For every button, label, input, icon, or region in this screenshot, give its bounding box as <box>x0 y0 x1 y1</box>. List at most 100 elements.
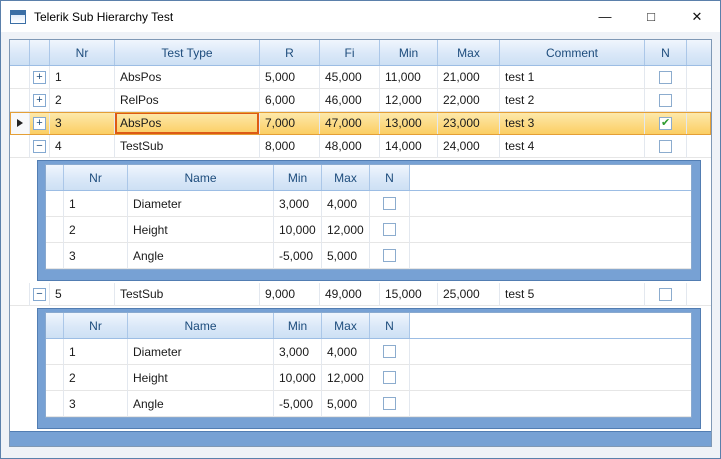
expand-toggle-icon[interactable]: + <box>33 94 46 107</box>
expand-toggle-icon[interactable]: + <box>33 71 46 84</box>
child-cell-nr[interactable]: 3 <box>64 391 128 417</box>
child-cell-n[interactable] <box>370 339 410 365</box>
cell-n[interactable] <box>645 66 687 89</box>
column-header-test-type[interactable]: Test Type <box>115 40 260 65</box>
child-column-header-max[interactable]: Max <box>322 313 370 338</box>
child-column-header-min[interactable]: Min <box>274 165 322 190</box>
cell-max[interactable]: 22,000 <box>438 89 500 112</box>
cell-r[interactable]: 5,000 <box>260 66 320 89</box>
cell-max[interactable]: 23,000 <box>438 112 500 135</box>
child-cell-max[interactable]: 5,000 <box>322 391 370 417</box>
child-cell-min[interactable]: 10,000 <box>274 217 322 243</box>
cell-comment[interactable]: test 1 <box>500 66 645 89</box>
n-checkbox[interactable] <box>659 140 672 153</box>
child-column-header-nr[interactable]: Nr <box>64 165 128 190</box>
child-column-header-nr[interactable]: Nr <box>64 313 128 338</box>
cell-comment[interactable]: test 2 <box>500 89 645 112</box>
child-cell-name[interactable]: Height <box>128 217 274 243</box>
cell-test-type[interactable]: RelPos <box>115 89 260 112</box>
column-header-nr[interactable]: Nr <box>50 40 115 65</box>
close-button[interactable]: ✕ <box>674 1 720 32</box>
n-checkbox[interactable] <box>659 94 672 107</box>
cell-n[interactable] <box>645 135 687 158</box>
child-cell-n[interactable] <box>370 391 410 417</box>
n-checkbox[interactable] <box>383 249 396 262</box>
cell-fi[interactable]: 46,000 <box>320 89 380 112</box>
child-cell-max[interactable]: 12,000 <box>322 365 370 391</box>
child-cell-n[interactable] <box>370 365 410 391</box>
child-cell-name[interactable]: Diameter <box>128 339 274 365</box>
n-checkbox[interactable] <box>383 345 396 358</box>
child-cell-min[interactable]: -5,000 <box>274 243 322 269</box>
cell-comment[interactable]: test 3 <box>500 112 645 135</box>
column-header-min[interactable]: Min <box>380 40 438 65</box>
cell-max[interactable]: 21,000 <box>438 66 500 89</box>
cell-nr[interactable]: 5 <box>50 283 115 306</box>
child-column-header-name[interactable]: Name <box>128 313 274 338</box>
expand-toggle-icon[interactable]: + <box>33 117 46 130</box>
n-checkbox[interactable] <box>659 71 672 84</box>
child-column-header-max[interactable]: Max <box>322 165 370 190</box>
child-cell-min[interactable]: 3,000 <box>274 339 322 365</box>
cell-test-type[interactable]: TestSub <box>115 283 260 306</box>
cell-fi[interactable]: 49,000 <box>320 283 380 306</box>
child-cell-name[interactable]: Diameter <box>128 191 274 217</box>
cell-r[interactable]: 6,000 <box>260 89 320 112</box>
cell-min[interactable]: 14,000 <box>380 135 438 158</box>
child-cell-n[interactable] <box>370 243 410 269</box>
child-cell-max[interactable]: 5,000 <box>322 243 370 269</box>
cell-fi[interactable]: 47,000 <box>320 112 380 135</box>
child-table-row[interactable]: 2 Height 10,000 12,000 <box>46 217 691 243</box>
cell-comment[interactable]: test 5 <box>500 283 645 306</box>
child-table-row[interactable]: 3 Angle -5,000 5,000 <box>46 391 691 417</box>
minimize-button[interactable]: — <box>582 1 628 32</box>
child-cell-max[interactable]: 4,000 <box>322 339 370 365</box>
child-cell-n[interactable] <box>370 191 410 217</box>
child-cell-name[interactable]: Angle <box>128 243 274 269</box>
child-column-header-n[interactable]: N <box>370 313 410 338</box>
n-checkbox[interactable] <box>659 117 672 130</box>
cell-n[interactable] <box>645 283 687 306</box>
child-cell-min[interactable]: 10,000 <box>274 365 322 391</box>
table-row[interactable]: − 4 TestSub 8,000 48,000 14,000 24,000 t… <box>10 135 711 158</box>
child-column-header-name[interactable]: Name <box>128 165 274 190</box>
child-cell-name[interactable]: Height <box>128 365 274 391</box>
cell-nr[interactable]: 2 <box>50 89 115 112</box>
table-row[interactable]: + 3 AbsPos 7,000 47,000 13,000 23,000 te… <box>10 112 711 135</box>
child-table-row[interactable]: 1 Diameter 3,000 4,000 <box>46 191 691 217</box>
collapse-toggle-icon[interactable]: − <box>33 288 46 301</box>
cell-fi[interactable]: 45,000 <box>320 66 380 89</box>
column-header-r[interactable]: R <box>260 40 320 65</box>
cell-test-type[interactable]: AbsPos <box>115 66 260 89</box>
child-cell-max[interactable]: 4,000 <box>322 191 370 217</box>
child-table-row[interactable]: 3 Angle -5,000 5,000 <box>46 243 691 269</box>
child-table-row[interactable]: 1 Diameter 3,000 4,000 <box>46 339 691 365</box>
n-checkbox[interactable] <box>383 371 396 384</box>
child-cell-nr[interactable]: 2 <box>64 217 128 243</box>
child-cell-nr[interactable]: 2 <box>64 365 128 391</box>
child-cell-name[interactable]: Angle <box>128 391 274 417</box>
child-cell-n[interactable] <box>370 217 410 243</box>
maximize-button[interactable]: □ <box>628 1 674 32</box>
n-checkbox[interactable] <box>383 223 396 236</box>
cell-test-type[interactable]: AbsPos <box>115 112 260 135</box>
cell-r[interactable]: 9,000 <box>260 283 320 306</box>
cell-max[interactable]: 24,000 <box>438 135 500 158</box>
child-table-row[interactable]: 2 Height 10,000 12,000 <box>46 365 691 391</box>
child-cell-nr[interactable]: 3 <box>64 243 128 269</box>
cell-max[interactable]: 25,000 <box>438 283 500 306</box>
child-cell-max[interactable]: 12,000 <box>322 217 370 243</box>
cell-nr[interactable]: 4 <box>50 135 115 158</box>
table-row[interactable]: + 1 AbsPos 5,000 45,000 11,000 21,000 te… <box>10 66 711 89</box>
cell-min[interactable]: 15,000 <box>380 283 438 306</box>
cell-test-type[interactable]: TestSub <box>115 135 260 158</box>
child-cell-min[interactable]: 3,000 <box>274 191 322 217</box>
collapse-toggle-icon[interactable]: − <box>33 140 46 153</box>
cell-r[interactable]: 8,000 <box>260 135 320 158</box>
column-header-fi[interactable]: Fi <box>320 40 380 65</box>
cell-r[interactable]: 7,000 <box>260 112 320 135</box>
child-cell-nr[interactable]: 1 <box>64 191 128 217</box>
child-column-header-min[interactable]: Min <box>274 313 322 338</box>
column-header-max[interactable]: Max <box>438 40 500 65</box>
column-header-comment[interactable]: Comment <box>500 40 645 65</box>
